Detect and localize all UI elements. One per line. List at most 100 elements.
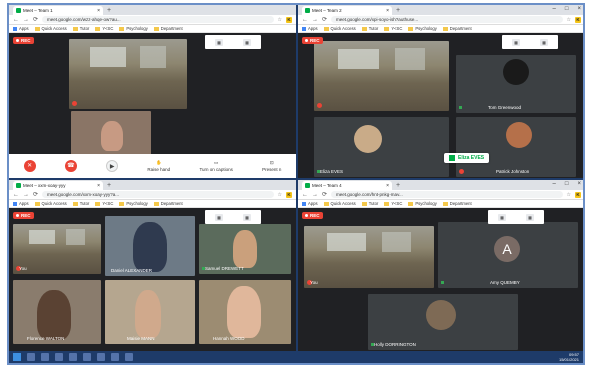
participant-tile[interactable]	[71, 111, 151, 156]
layout-icon[interactable]: ▦	[540, 38, 548, 46]
self-view-thumb[interactable]: ▦	[498, 213, 506, 221]
star-icon[interactable]: ☆	[567, 17, 571, 23]
leave-call-button[interactable]: ☎	[64, 160, 77, 172]
self-view-thumb[interactable]: ▦	[215, 213, 223, 221]
bookmark-tutor[interactable]: Tutor	[361, 201, 378, 206]
reload-icon[interactable]: ⟳	[322, 191, 327, 198]
back-icon[interactable]: ←	[302, 192, 308, 198]
back-icon[interactable]: ←	[13, 17, 19, 23]
browser-tab[interactable]: Meet – Team 1 ×	[13, 6, 103, 15]
participant-tile[interactable]	[314, 41, 449, 111]
participant-popup[interactable]: Eliza EVES	[444, 153, 490, 163]
bookmark-ysc[interactable]: Y<SC	[384, 201, 402, 206]
task-view-icon[interactable]	[41, 353, 49, 361]
new-tab-icon[interactable]: +	[107, 181, 111, 190]
participant-tile[interactable]: A Amy QUEMBY	[438, 222, 578, 288]
bookmark-psychology[interactable]: Psychology	[119, 26, 148, 31]
layout-icon[interactable]: ▦	[243, 213, 251, 221]
maximize-icon[interactable]: □	[565, 6, 569, 12]
close-window-icon[interactable]: ×	[577, 6, 581, 12]
extension-k-icon[interactable]: K	[575, 16, 581, 23]
search-icon[interactable]	[27, 353, 35, 361]
participant-tile[interactable]: Patrick Johnston	[456, 117, 576, 177]
minimize-icon[interactable]: –	[553, 6, 556, 12]
captions-button[interactable]: ▭ Turn on captions	[199, 160, 232, 172]
close-tab-icon[interactable]: ×	[97, 183, 100, 189]
bookmark-apps[interactable]: Apps	[302, 26, 318, 31]
close-tab-icon[interactable]: ×	[97, 8, 100, 14]
teams-icon[interactable]	[125, 353, 133, 361]
bookmark-psychology[interactable]: Psychology	[408, 26, 437, 31]
extension-k-icon[interactable]: K	[575, 191, 581, 198]
bookmark-quick-access[interactable]: Quick Access	[34, 201, 67, 206]
bookmark-psychology[interactable]: Psychology	[408, 201, 437, 206]
star-icon[interactable]: ☆	[278, 17, 282, 23]
bookmark-tutor[interactable]: Tutor	[361, 26, 378, 31]
chrome-icon[interactable]	[83, 353, 91, 361]
self-view-thumb[interactable]: ▦	[512, 38, 520, 46]
url-field[interactable]: meet.google.com/xxm-xoay-yyy?a...	[42, 191, 274, 198]
present-button[interactable]: ⊡ Present n	[262, 160, 281, 172]
new-tab-icon[interactable]: +	[107, 6, 111, 15]
bookmark-apps[interactable]: Apps	[13, 26, 29, 31]
bookmark-psychology[interactable]: Psychology	[119, 201, 148, 206]
participant-tile[interactable]: Eliza EVES	[314, 117, 449, 177]
bookmark-quick-access[interactable]: Quick Access	[34, 26, 67, 31]
forward-icon[interactable]: →	[23, 17, 29, 23]
bookmark-ysc[interactable]: Y<SC	[95, 201, 113, 206]
reload-icon[interactable]: ⟳	[33, 191, 38, 198]
outlook-icon[interactable]	[111, 353, 119, 361]
url-field[interactable]: meet.google.com/xpi-soyo-ish?authuse...	[331, 16, 563, 23]
raise-hand-button[interactable]: ✋ Raise hand	[147, 160, 170, 172]
browser-tab[interactable]: Meet – xxm-xoay-yyy ×	[13, 181, 103, 190]
word-icon[interactable]	[97, 353, 105, 361]
close-tab-icon[interactable]: ×	[386, 8, 389, 14]
bookmark-tutor[interactable]: Tutor	[72, 26, 89, 31]
url-field[interactable]: meet.google.com/hnt-pnkg-mav...	[331, 191, 563, 198]
forward-icon[interactable]: →	[312, 192, 318, 198]
self-view-thumb[interactable]: ▦	[215, 38, 223, 46]
participant-tile[interactable]	[69, 39, 187, 109]
bookmark-quick-access[interactable]: Quick Access	[323, 26, 356, 31]
participant-tile[interactable]: Tom Greenwood	[456, 55, 576, 113]
bookmark-department[interactable]: Department	[153, 201, 183, 206]
minimize-icon[interactable]: –	[553, 181, 556, 187]
reload-icon[interactable]: ⟳	[33, 16, 38, 23]
layout-icon[interactable]: ▦	[243, 38, 251, 46]
bookmark-department[interactable]: Department	[442, 26, 472, 31]
bookmark-apps[interactable]: Apps	[13, 201, 29, 206]
bookmark-ysc[interactable]: Y<SC	[384, 26, 402, 31]
bookmark-department[interactable]: Department	[442, 201, 472, 206]
close-tab-icon[interactable]: ×	[386, 183, 389, 189]
url-field[interactable]: meet.google.com/wzz-ahqe-ow?au...	[42, 16, 274, 23]
start-menu-icon[interactable]	[13, 353, 21, 361]
close-window-icon[interactable]: ×	[577, 181, 581, 187]
participant-tile[interactable]: You	[13, 224, 101, 274]
forward-icon[interactable]: →	[312, 17, 318, 23]
participant-tile[interactable]: Samuel DREWETT	[199, 224, 291, 274]
maximize-icon[interactable]: □	[565, 181, 569, 187]
bookmark-ysc[interactable]: Y<SC	[95, 26, 113, 31]
bookmark-apps[interactable]: Apps	[302, 201, 318, 206]
participant-tile[interactable]: Florence WALTON	[13, 280, 101, 344]
browser-tab[interactable]: Meet – Team 4 ×	[302, 181, 392, 190]
new-tab-icon[interactable]: +	[396, 6, 400, 15]
extension-k-icon[interactable]: K	[286, 16, 292, 23]
system-clock[interactable]: 09:57 15/01/2021	[559, 352, 579, 362]
mic-toggle-button[interactable]: ✕	[23, 160, 36, 172]
participant-tile[interactable]: Holly DORRINGTON	[368, 294, 518, 350]
star-icon[interactable]: ☆	[567, 192, 571, 198]
new-tab-icon[interactable]: +	[396, 181, 400, 190]
layout-icon[interactable]: ▦	[526, 213, 534, 221]
browser-tab[interactable]: Meet – Team 2 ×	[302, 6, 392, 15]
camera-toggle-button[interactable]: ▶	[106, 160, 119, 172]
bookmark-tutor[interactable]: Tutor	[72, 201, 89, 206]
participant-tile[interactable]: Maisie MANN	[105, 280, 195, 344]
extension-k-icon[interactable]: K	[286, 191, 292, 198]
reload-icon[interactable]: ⟳	[322, 16, 327, 23]
bookmark-quick-access[interactable]: Quick Access	[323, 201, 356, 206]
participant-tile[interactable]: Daniel ALEXANDER	[105, 216, 195, 276]
forward-icon[interactable]: →	[23, 192, 29, 198]
participant-tile[interactable]: You	[304, 226, 434, 288]
file-explorer-icon[interactable]	[69, 353, 77, 361]
